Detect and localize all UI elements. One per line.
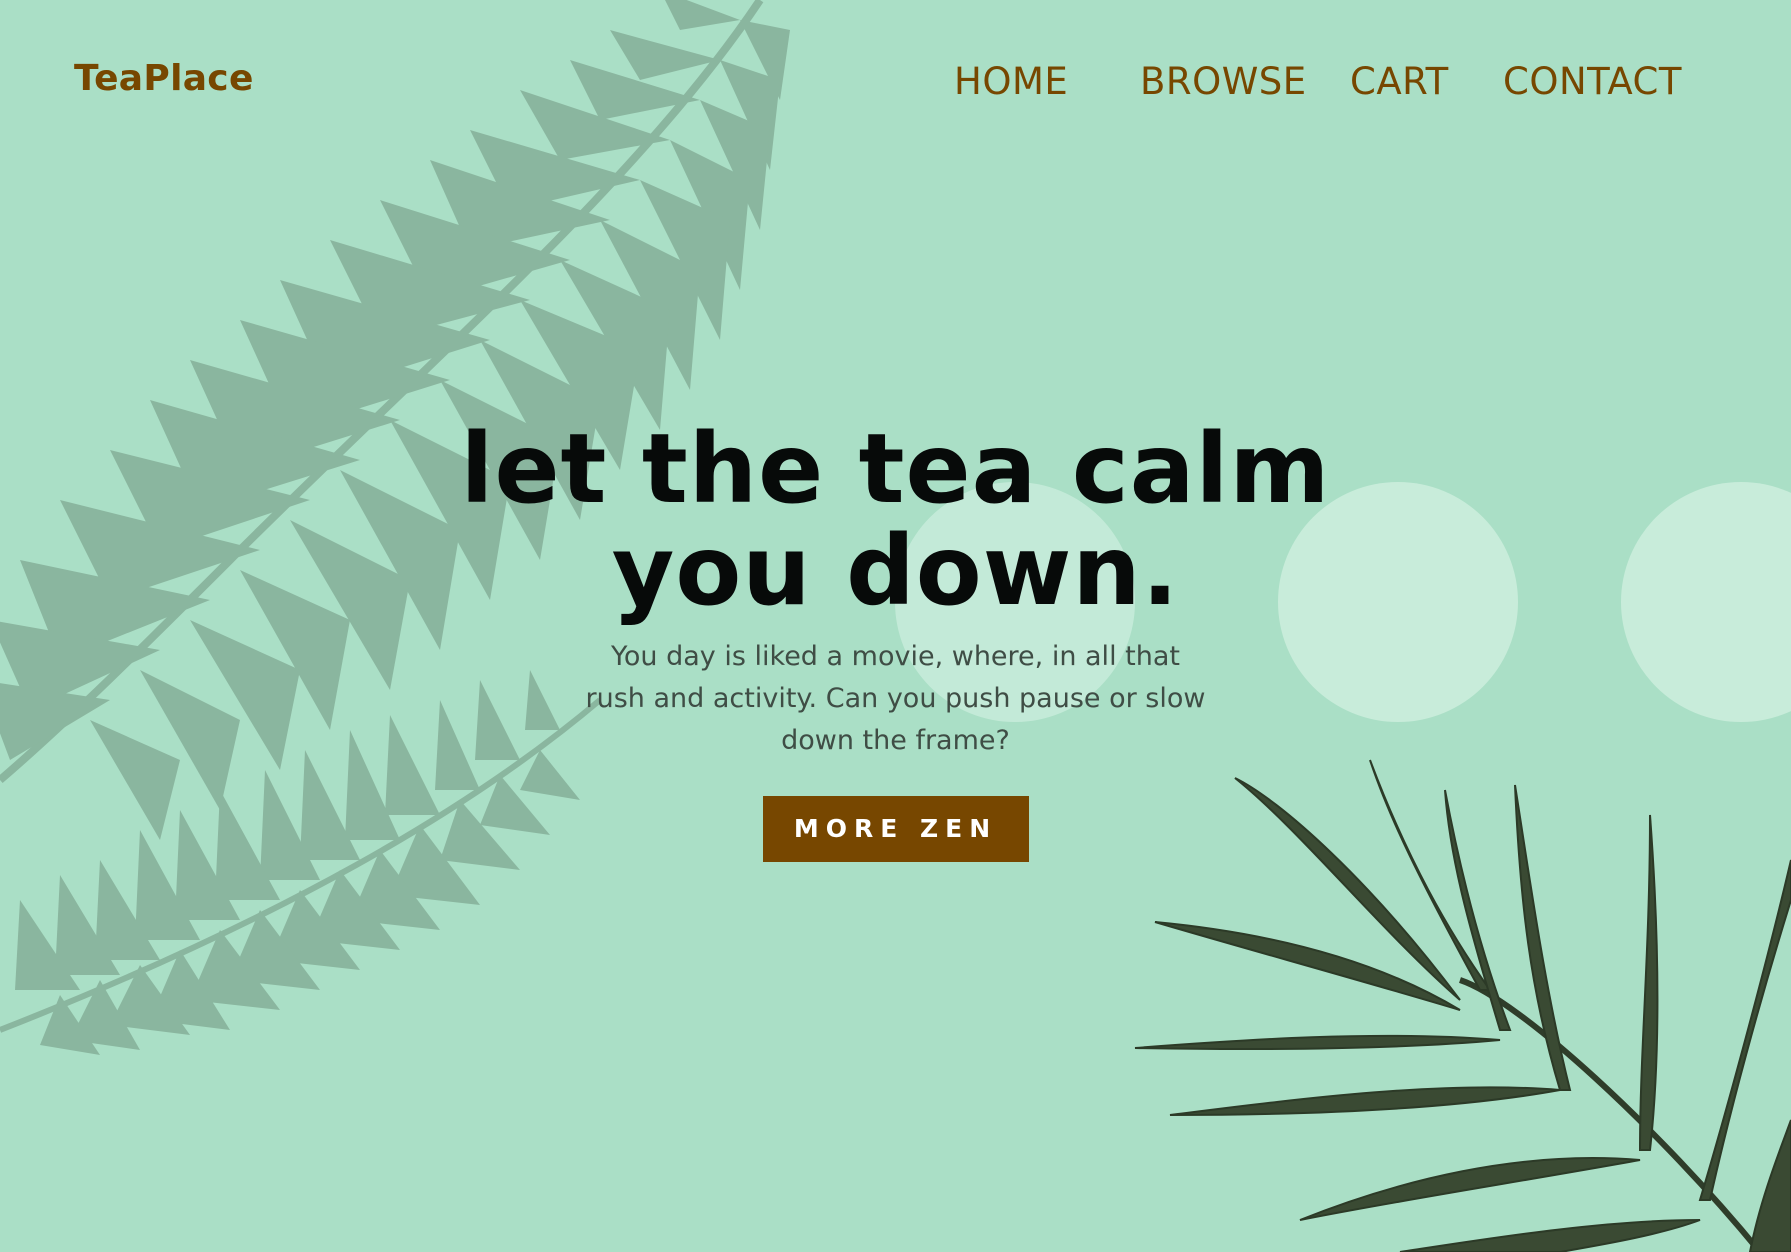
hero-headline-line-1: let the tea calm (460, 413, 1331, 525)
nav-item-browse[interactable]: BROWSE (1140, 60, 1307, 103)
more-zen-button[interactable]: MORE ZEN (762, 796, 1029, 862)
nav-item-contact[interactable]: CONTACT (1503, 60, 1682, 103)
landing-page: TeaPlace HOME BROWSE CART CONTACT let th… (0, 0, 1791, 1252)
main-nav: HOME BROWSE CART CONTACT (0, 60, 1791, 104)
nav-item-home[interactable]: HOME (954, 60, 1068, 103)
hero-section: let the tea calm you down. You day is li… (0, 418, 1791, 862)
hero-headline: let the tea calm you down. (446, 418, 1346, 622)
hero-subtext: You day is liked a movie, where, in all … (585, 641, 1206, 756)
nav-item-cart[interactable]: CART (1350, 60, 1449, 103)
hero-headline-line-2: you down. (611, 515, 1180, 627)
